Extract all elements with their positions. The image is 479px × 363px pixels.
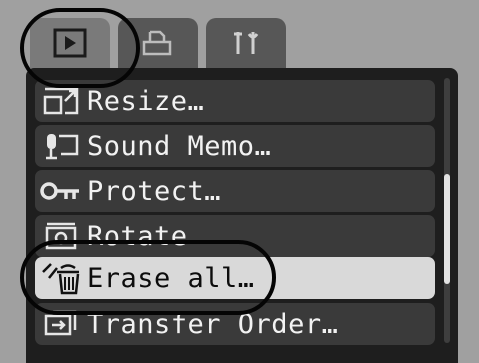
tab-setup[interactable] [206,18,286,68]
menu-item-label: Sound Memo… [87,130,272,162]
menu-item-protect[interactable]: Protect… [35,170,435,212]
scrollbar-track[interactable] [444,78,450,343]
print-icon [142,30,172,56]
menu-item-sound-memo[interactable]: Sound Memo… [35,125,435,167]
camera-menu-screen: Resize… Sound Memo… Protect… Rotate Eras… [0,0,479,363]
menu-item-label: Resize… [87,85,205,117]
highlight-callout-erase-all [20,240,276,315]
menu-item-label: Protect… [87,175,222,207]
microphone-icon [35,125,87,167]
setup-icon [234,32,259,54]
highlight-callout-playback-tab [20,8,140,88]
key-icon [35,170,87,212]
scrollbar-thumb[interactable] [444,174,450,284]
